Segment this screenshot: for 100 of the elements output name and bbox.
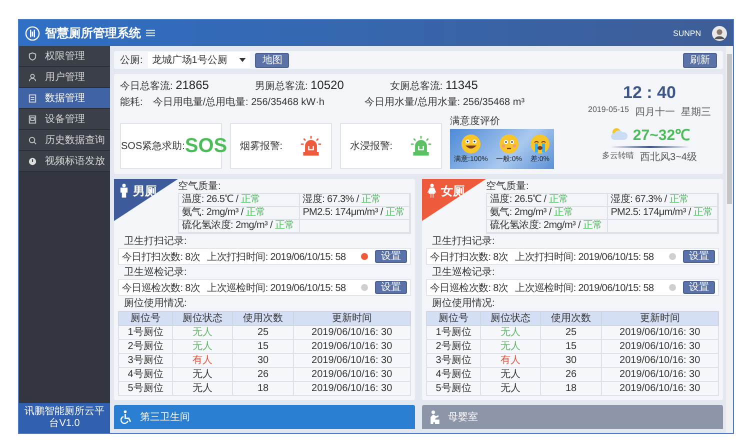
table-cell: 2019/06/10/16: 30 <box>293 340 410 354</box>
column-header: 厕位状态 <box>172 312 233 326</box>
table-cell: 4号厕位 <box>426 368 481 382</box>
status-cell: 无人 <box>172 340 233 354</box>
table-cell: 30 <box>232 354 294 368</box>
column-header: 使用次数 <box>540 312 602 326</box>
table-cell: 15 <box>232 340 294 354</box>
sidebar-item[interactable]: 历史数据查询 <box>19 130 110 151</box>
alarm-label: 水浸报警: <box>350 140 393 153</box>
lunar-date: 四月十一 <box>634 106 675 119</box>
search-icon <box>28 136 37 144</box>
table-cell: 30 <box>540 354 602 368</box>
table-cell: 2号厕位 <box>118 340 173 354</box>
energy-reading: 今日用电量/总用电量: 256/35468 kW·h <box>152 96 324 109</box>
blushing-face-icon <box>498 134 519 154</box>
settings-button[interactable]: 设置 <box>375 250 407 263</box>
alarm-label: 烟雾报警: <box>240 140 283 153</box>
status-cell: 有人 <box>480 354 541 368</box>
restroom-name: 女厕 <box>441 183 465 200</box>
settings-button[interactable]: 设置 <box>683 250 715 263</box>
map-button[interactable]: 地图 <box>255 52 290 68</box>
table-cell: 18 <box>232 382 294 396</box>
usage-title: 厕位使用情况: <box>431 296 496 310</box>
weekday-text: 星期三 <box>680 106 711 119</box>
menu-icon[interactable] <box>146 29 155 37</box>
record-title: 卫生巡检记录: <box>431 266 496 279</box>
table-cell: 26 <box>540 368 602 382</box>
table-cell: 26 <box>232 368 294 382</box>
smiling-face-icon <box>460 134 481 154</box>
status-cell: 有人 <box>172 354 233 368</box>
record-time: 上次巡检时间: 2019/06/10/15: 58 <box>207 282 346 294</box>
air-reading: 湿度: 67.3% / 正常 <box>300 194 410 207</box>
device-icon <box>28 114 37 124</box>
weather-desc: 多云转晴 <box>602 150 634 162</box>
user-icon <box>28 72 37 82</box>
table-cell: 4号厕位 <box>118 368 173 382</box>
sidebar-item[interactable]: 设备管理 <box>19 109 110 130</box>
scrollbar[interactable] <box>726 46 733 433</box>
table-cell: 2019/06/10/16: 30 <box>293 382 410 396</box>
column-header: 厕位号 <box>118 312 173 326</box>
table-cell: 2号厕位 <box>426 340 481 354</box>
usage-title: 厕位使用情况: <box>123 296 188 310</box>
record-title: 卫生打扫记录: <box>431 234 496 248</box>
room-name: 母婴室 <box>448 410 478 424</box>
temperature: 27~32℃ <box>632 126 690 144</box>
table-cell: 25 <box>232 326 294 340</box>
table-cell: 5号厕位 <box>118 382 173 396</box>
status-cell: 无人 <box>480 368 541 382</box>
air-reading: 温度: 26.5℃ / 正常 <box>179 194 300 207</box>
record-time: 上次巡检时间: 2019/06/10/15: 58 <box>515 282 654 294</box>
table-cell: 5号厕位 <box>426 382 481 396</box>
column-header: 厕位号 <box>426 312 481 326</box>
record-title: 卫生打扫记录: <box>123 234 188 248</box>
air-reading: PM2.5: 174μm/m³ / 正常 <box>608 207 718 220</box>
table-cell: 1号厕位 <box>426 326 481 340</box>
sidebar-item[interactable]: 权限管理 <box>19 46 110 67</box>
man-icon <box>119 183 129 198</box>
wheelchair-icon <box>120 410 134 424</box>
document-icon <box>28 94 37 102</box>
partly-cloudy-icon <box>608 127 629 141</box>
toilet-select[interactable]: 龙城广场1号公厕 <box>148 52 250 68</box>
wind-text: 西北风3~4级 <box>640 150 697 164</box>
sidebar-item[interactable]: 视频标语发放 <box>19 151 110 172</box>
sidebar-item[interactable]: 数据管理 <box>19 88 110 109</box>
status-cell: 无人 <box>172 382 233 396</box>
status-cell: 无人 <box>480 326 541 340</box>
column-header: 使用次数 <box>232 312 294 326</box>
record-time: 上次打扫时间: 2019/06/10/15: 58 <box>515 250 654 264</box>
settings-button[interactable]: 设置 <box>375 281 407 294</box>
visitor-count: 男厕总客流: 10520 <box>254 78 344 93</box>
status-cell: 无人 <box>480 340 541 354</box>
table-cell: 2019/06/10/16: 30 <box>601 382 718 396</box>
platform-version: 讯鹏智能厕所云平台V1.0 <box>19 403 110 433</box>
settings-button[interactable]: 设置 <box>683 281 715 294</box>
shield-icon <box>28 52 37 60</box>
column-header: 厕位状态 <box>480 312 541 326</box>
room-name: 第三卫生间 <box>140 410 190 424</box>
status-cell: 无人 <box>172 368 233 382</box>
air-reading: 温度: 26.5℃ / 正常 <box>487 194 608 207</box>
user-name[interactable]: SUNPN <box>672 28 701 38</box>
filter-label: 公厕: <box>120 54 143 67</box>
air-reading: 硫化氢浓度: 2mg/m³ / 正常 <box>487 220 608 233</box>
air-quality-title: 空气质量: <box>486 181 530 193</box>
record-count: 今日打扫次数: 8次 <box>122 250 200 264</box>
air-reading: 湿度: 67.3% / 正常 <box>608 194 718 207</box>
energy-label: 能耗: <box>120 96 143 109</box>
energy-reading: 今日用水量/总用水量: 256/35468 m³ <box>364 96 525 109</box>
refresh-button[interactable]: 刷新 <box>683 52 717 68</box>
visitor-count: 女厕总客流: 11345 <box>390 78 478 93</box>
logo-icon <box>25 26 40 40</box>
sidebar-item[interactable]: 用户管理 <box>19 67 110 88</box>
avatar-icon[interactable] <box>712 26 727 40</box>
table-cell: 3号厕位 <box>426 354 481 368</box>
table-cell: 2019/06/10/16: 30 <box>293 368 410 382</box>
woman-icon <box>427 183 437 198</box>
table-cell: 2019/06/10/16: 30 <box>601 368 718 382</box>
table-cell: 3号厕位 <box>118 354 173 368</box>
caret-icon <box>239 58 246 62</box>
status-cell: 无人 <box>480 382 541 396</box>
column-header: 更新时间 <box>601 312 718 326</box>
